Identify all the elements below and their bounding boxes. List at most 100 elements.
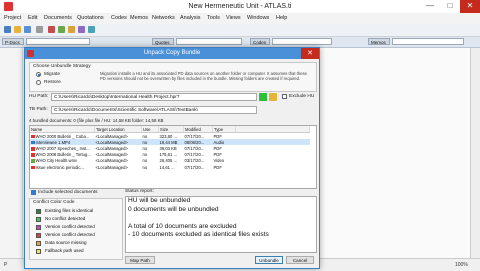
zoom-level: 100% <box>455 262 468 268</box>
print-icon[interactable] <box>36 26 43 33</box>
documents-table[interactable]: Name Target Location Use Size Modified T… <box>29 125 317 189</box>
status-report-box[interactable]: HU will be unbundled 0 documents will be… <box>125 196 317 253</box>
memo-icon[interactable] <box>78 26 85 33</box>
pdf-icon <box>31 165 35 170</box>
include-selected-checkbox[interactable] <box>31 190 36 195</box>
status-line: 0 documents will be unbundled <box>128 205 219 213</box>
menu-quotations[interactable]: Quotations <box>77 15 104 21</box>
menu-project[interactable]: Project <box>4 15 21 21</box>
quote-icon[interactable] <box>58 26 65 33</box>
dialog-titlebar: Unpack Copy Bundle ✕ <box>25 48 319 59</box>
menu-documents[interactable]: Documents <box>44 15 72 21</box>
new-icon[interactable] <box>4 26 11 33</box>
row-modified: 07/17/20... <box>184 133 205 139</box>
network-icon[interactable] <box>88 26 95 33</box>
restore-radio[interactable] <box>36 80 41 85</box>
menu-tools[interactable]: Tools <box>207 15 220 21</box>
cancel-button[interactable]: Cancel <box>286 256 314 264</box>
pdf-icon <box>31 153 35 157</box>
strategy-description: Migration installs a HU and its associat… <box>100 71 307 81</box>
window-titlebar: New Hermeneutic Unit - ATLAS.ti — □ ✕ <box>0 0 480 13</box>
color-swatch <box>36 224 41 230</box>
menu-help[interactable]: Help <box>276 15 287 21</box>
color-code-legend: Conflict Color Code <box>33 200 75 205</box>
code-icon[interactable] <box>68 26 75 33</box>
menu-networks[interactable]: Networks <box>152 15 175 21</box>
dialog-title: Unpack Copy Bundle <box>143 50 201 56</box>
open-icon[interactable] <box>14 26 21 33</box>
status-report-label: Status report: <box>125 189 154 194</box>
restore-label: Restore <box>44 80 61 85</box>
map-path-button[interactable]: Map Path <box>125 256 155 264</box>
color-swatch <box>36 232 41 238</box>
document-icon[interactable] <box>48 26 55 33</box>
close-button[interactable]: ✕ <box>460 0 480 13</box>
memos-selector[interactable] <box>392 38 464 45</box>
menu-views[interactable]: Views <box>226 15 241 21</box>
color-swatch <box>36 248 41 254</box>
status-line: A total of 10 documents are excluded <box>128 222 237 230</box>
window-title: New Hermeneutic Unit - ATLAS.ti <box>188 3 292 10</box>
row-name: WHO 2007 Speeches_ Inst... <box>30 145 95 151</box>
row-target: <LocalManaged> <box>95 164 128 170</box>
table-row[interactable]: Issue electronic periodic... <LocalManag… <box>30 164 310 170</box>
status-indicator-icon <box>259 93 267 101</box>
strategy-group: Choose Unbundle Strategy Migrate Restore… <box>29 62 317 92</box>
menu-windows[interactable]: Windows <box>247 15 269 21</box>
row-name: WHO 2008 Bulletin _ Tortug... <box>30 152 95 158</box>
docs-selector[interactable] <box>26 38 90 45</box>
pdf-icon <box>31 147 35 151</box>
color-swatch <box>36 208 41 214</box>
tb-path-field[interactable]: C:\Users\Ricardo\Documents\Scientific So… <box>51 106 257 114</box>
save-icon[interactable] <box>24 26 31 33</box>
status-left: P <box>4 262 8 268</box>
bundle-info: 4 bundled documents: 0 (file plus file /… <box>29 118 164 123</box>
docs-selector-label: P-Docs <box>2 38 24 45</box>
status-line: HU will be unbundled <box>128 197 191 204</box>
color-swatch <box>36 240 41 246</box>
status-line: - 10 documents excluded as identical fil… <box>128 231 269 239</box>
include-selected-label: Include selected documents <box>38 190 98 195</box>
pdf-icon <box>31 134 35 139</box>
row-target: <LocalManaged> <box>95 133 128 139</box>
menu-analysis[interactable]: Analysis <box>180 15 200 21</box>
row-name: WHO 2000 Bulletin _ Cuba... <box>30 133 95 140</box>
row-use: no <box>142 133 148 139</box>
minimize-button[interactable]: — <box>420 0 440 13</box>
dialog-close-icon[interactable]: ✕ <box>301 48 319 59</box>
row-name: Issue electronic periodic... <box>30 164 95 170</box>
quotes-selector[interactable] <box>176 38 242 45</box>
vertical-scrollbar[interactable] <box>470 48 480 258</box>
codes-selector[interactable] <box>272 38 332 45</box>
migrate-label: Migrate <box>44 72 60 77</box>
row-use: no <box>142 164 148 170</box>
row-type: PDF <box>213 164 222 170</box>
menu-memos[interactable]: Memos <box>130 15 148 21</box>
video-icon <box>31 159 35 163</box>
status-line <box>126 214 316 223</box>
margin-area[interactable] <box>318 48 480 258</box>
browse-folder-icon[interactable] <box>269 93 277 101</box>
hu-path-field[interactable]: C:\Users\Ricardo\Desktop\International H… <box>51 93 257 101</box>
exclude-hu-label: Exclude HU <box>289 94 315 99</box>
hu-path-label: HU Path: <box>29 94 49 99</box>
row-modified: 07/17/20... <box>184 164 205 170</box>
exclude-hu-checkbox[interactable] <box>282 94 287 99</box>
row-size: 14,61 ... <box>159 164 175 170</box>
codes-selector-label: Codes <box>250 38 270 45</box>
left-margin-toolbar <box>0 48 23 258</box>
row-type: PDF <box>213 133 222 139</box>
unpack-bundle-dialog: Unpack Copy Bundle ✕ Choose Unbundle Str… <box>24 47 320 269</box>
menu-codes[interactable]: Codes <box>111 15 127 21</box>
unbundle-button[interactable]: Unbundle <box>255 256 283 264</box>
memos-selector-label: Memos <box>368 38 390 45</box>
menu-edit[interactable]: Edit <box>28 15 37 21</box>
table-row[interactable]: WHO 2000 Bulletin _ Cuba... <LocalManage… <box>30 133 310 140</box>
tb-path-label: TB Path: <box>29 107 48 112</box>
quotes-selector-label: Quotes <box>152 38 174 45</box>
migrate-radio[interactable] <box>36 72 41 77</box>
color-swatch <box>36 216 41 222</box>
strategy-legend: Choose Unbundle Strategy <box>33 64 91 69</box>
audio-icon <box>31 140 35 145</box>
maximize-button[interactable]: □ <box>440 0 460 13</box>
